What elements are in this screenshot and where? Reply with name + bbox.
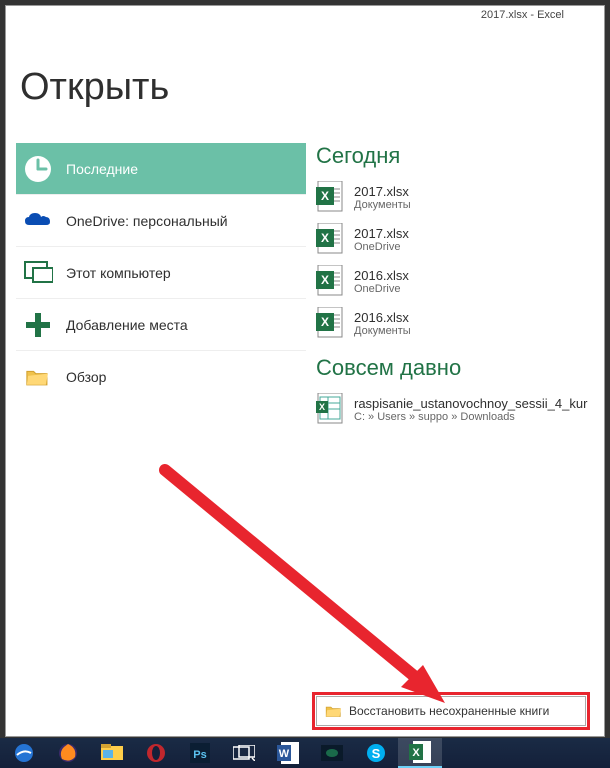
svg-text:Ps: Ps [193, 749, 206, 761]
file-path: Документы [354, 199, 411, 211]
file-row[interactable]: 2016.xlsx OneDrive [316, 261, 604, 303]
file-row[interactable]: 2017.xlsx Документы [316, 177, 604, 219]
taskbar-task-view[interactable] [222, 738, 266, 768]
file-path: Документы [354, 325, 411, 337]
sidebar-item-this-pc[interactable]: Этот компьютер [16, 247, 306, 299]
computer-icon [22, 257, 54, 289]
file-name: 2016.xlsx [354, 268, 409, 283]
file-name: raspisanie_ustanovochnoy_sessii_4_kur [354, 396, 587, 411]
window-title: 2017.xlsx - Excel [481, 9, 564, 21]
svg-text:S: S [372, 746, 381, 761]
section-title-today: Сегодня [316, 143, 604, 169]
sidebar-item-label: Последние [66, 161, 138, 177]
taskbar-excel[interactable]: X [398, 738, 442, 768]
folder-icon [22, 361, 54, 393]
excel-file-icon [316, 307, 344, 339]
sidebar-item-recent[interactable]: Последние [16, 143, 306, 195]
file-name: 2016.xlsx [354, 310, 411, 325]
file-path: OneDrive [354, 283, 409, 295]
taskbar: Ps W S X [0, 738, 610, 768]
titlebar: 2017.xlsx - Excel [6, 6, 604, 28]
xls-file-icon [316, 393, 344, 425]
excel-file-icon [316, 223, 344, 255]
sidebar-item-onedrive[interactable]: OneDrive: персональный [16, 195, 306, 247]
sidebar-item-label: Обзор [66, 369, 106, 385]
recover-unsaved-button[interactable]: Восстановить несохраненные книги [316, 696, 586, 726]
file-row[interactable]: 2017.xlsx OneDrive [316, 219, 604, 261]
taskbar-app[interactable] [310, 738, 354, 768]
svg-text:X: X [412, 747, 420, 759]
taskbar-opera[interactable] [134, 738, 178, 768]
taskbar-edge[interactable] [2, 738, 46, 768]
excel-file-icon [316, 265, 344, 297]
svg-text:W: W [279, 748, 290, 760]
excel-backstage-window: 2017.xlsx - Excel Открыть Последние OneD… [5, 5, 605, 737]
page-title: Открыть [20, 66, 169, 109]
file-path: OneDrive [354, 241, 409, 253]
file-path: C: » Users » suppo » Downloads [354, 411, 587, 423]
sidebar-item-label: Добавление места [66, 317, 188, 333]
taskbar-skype[interactable]: S [354, 738, 398, 768]
clock-icon [22, 153, 54, 185]
sidebar-item-add-place[interactable]: Добавление места [16, 299, 306, 351]
taskbar-word[interactable]: W [266, 738, 310, 768]
file-row[interactable]: 2016.xlsx Документы [316, 303, 604, 345]
excel-file-icon [316, 181, 344, 213]
places-list: Последние OneDrive: персональный Этот ко… [6, 28, 306, 736]
recent-files-pane: Сегодня 2017.xlsx Документы 2017.xlsx On… [306, 28, 604, 736]
sidebar-item-browse[interactable]: Обзор [16, 351, 306, 403]
recover-button-label: Восстановить несохраненные книги [349, 704, 549, 718]
taskbar-firefox[interactable] [46, 738, 90, 768]
plus-icon [22, 309, 54, 341]
file-name: 2017.xlsx [354, 226, 409, 241]
file-name: 2017.xlsx [354, 184, 411, 199]
file-row[interactable]: raspisanie_ustanovochnoy_sessii_4_kur C:… [316, 389, 604, 431]
sidebar-item-label: OneDrive: персональный [66, 213, 228, 229]
folder-icon [325, 704, 343, 718]
section-title-long-ago: Совсем давно [316, 355, 604, 381]
sidebar-item-label: Этот компьютер [66, 265, 171, 281]
onedrive-icon [22, 205, 54, 237]
taskbar-file-explorer[interactable] [90, 738, 134, 768]
taskbar-photoshop[interactable]: Ps [178, 738, 222, 768]
